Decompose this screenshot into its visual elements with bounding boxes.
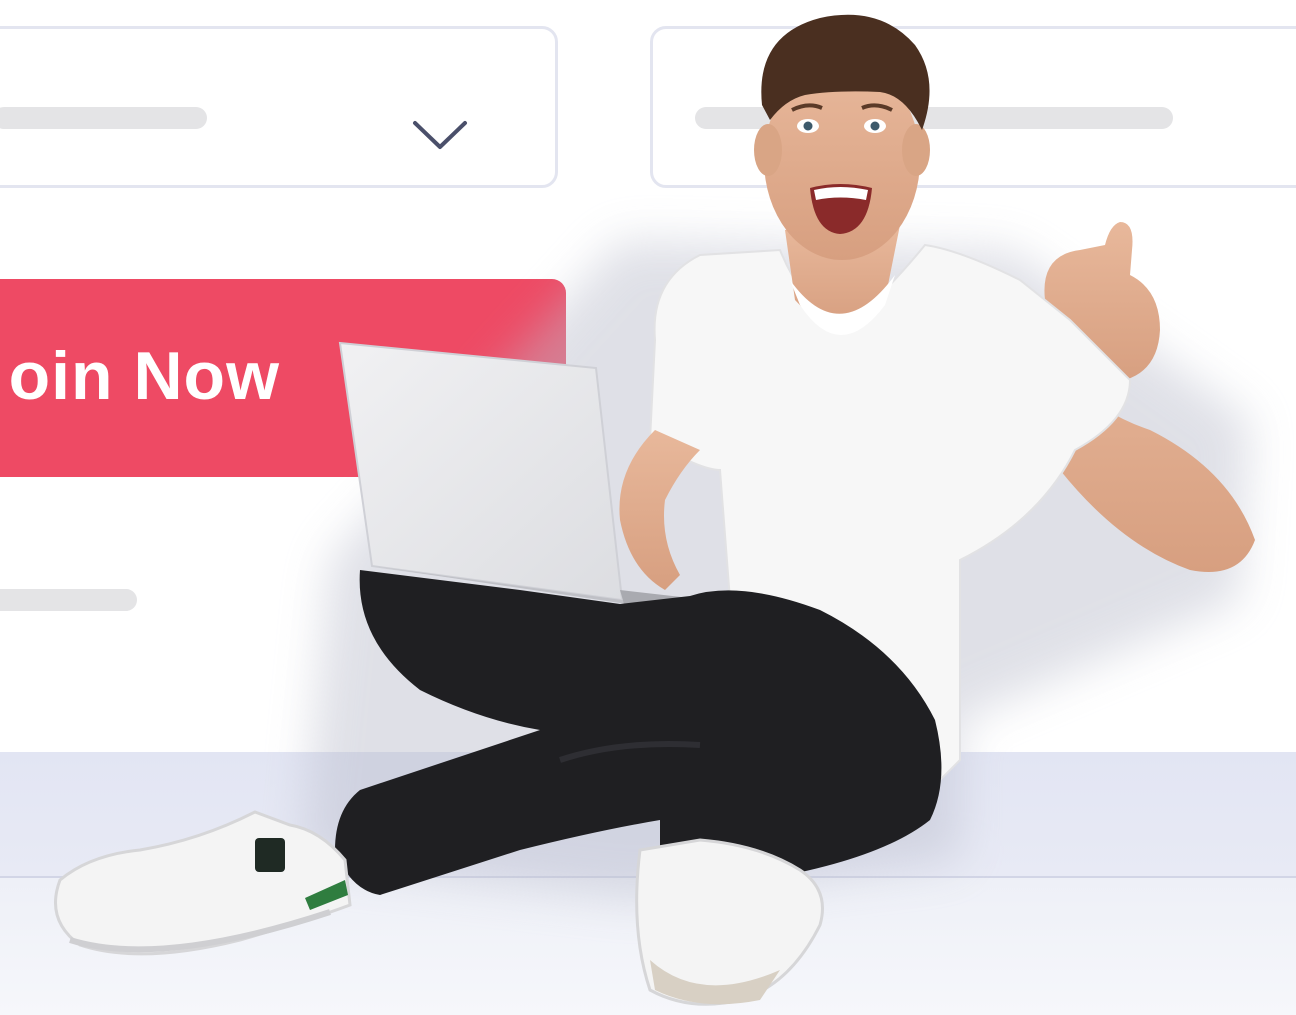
person-photo — [54, 14, 1255, 1006]
